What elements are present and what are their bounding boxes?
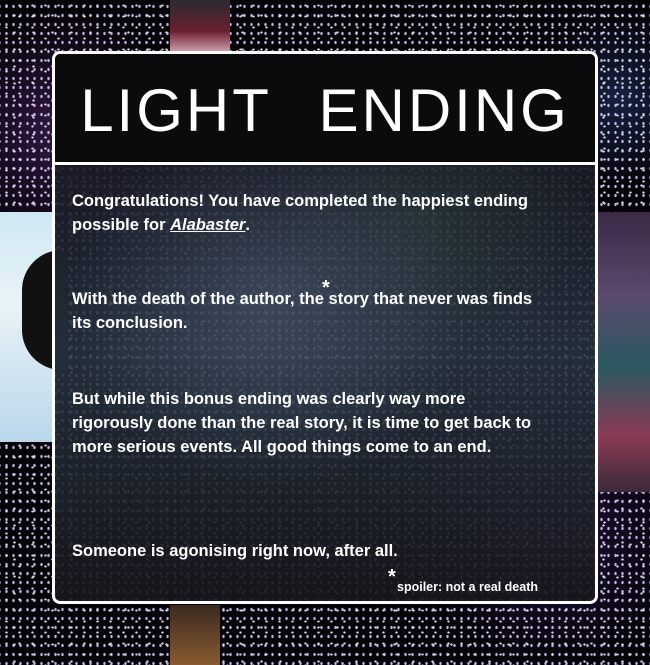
game-title-link[interactable]: Alabaster (170, 216, 245, 234)
p1-period: . (245, 216, 250, 234)
background-art-right (598, 212, 650, 492)
ending-title: LIGHT ENDING (80, 77, 570, 144)
bonus-ending-paragraph: But while this bonus ending was clearly … (72, 390, 532, 456)
background-art-bottom (170, 605, 220, 665)
footnote-asterisk: * (388, 566, 396, 588)
background-art-left (0, 212, 66, 442)
background-art-top (170, 0, 230, 52)
footnote-marker: * (322, 277, 330, 299)
p1-text: Congratulations! You have completed the … (72, 192, 528, 234)
agonising-paragraph: Someone is agonising right now, after al… (72, 542, 398, 560)
spoiler-footnote: spoiler: not a real death (397, 580, 539, 594)
congratulations-paragraph: Congratulations! You have completed the … (72, 189, 542, 237)
death-of-author-paragraph: With the death of the author, the story … (72, 287, 542, 335)
ending-dialog: LIGHT ENDING Congratulations! You have c… (52, 51, 598, 604)
p2-text-start: With the death of the author (72, 290, 291, 308)
title-bar: LIGHT ENDING (55, 54, 595, 165)
